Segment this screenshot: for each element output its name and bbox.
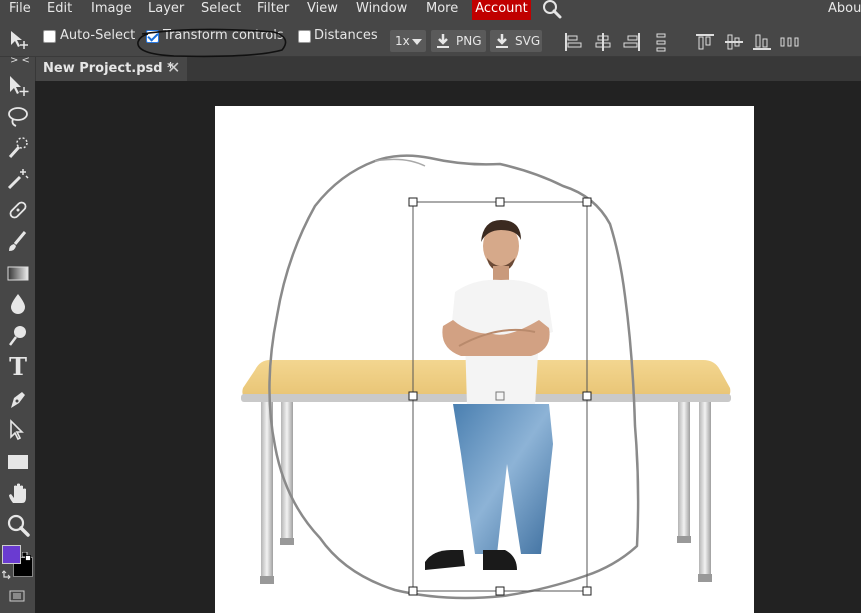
distances-checkbox[interactable]	[298, 30, 311, 43]
document-tab[interactable]: New Project.psd * ✕	[36, 57, 187, 81]
menu-file[interactable]: File	[9, 0, 31, 20]
align-top-icon[interactable]	[695, 32, 715, 52]
export-svg-label: SVG	[515, 34, 541, 48]
align-center-icon[interactable]	[593, 32, 613, 52]
align-bottom-icon[interactable]	[752, 32, 772, 52]
toolbar-collapse-toggle[interactable]: > <	[10, 55, 30, 66]
gradient-icon[interactable]	[5, 260, 31, 286]
quick-select-icon[interactable]	[5, 135, 31, 161]
magic-wand-icon[interactable]	[5, 166, 31, 192]
transform-handle-bottom-right[interactable]	[582, 586, 592, 596]
transform-handle-top-center[interactable]	[495, 197, 505, 207]
distribute-horizontal-icon[interactable]	[780, 32, 800, 52]
document-tab-title: New Project.psd *	[43, 61, 174, 76]
menu-window[interactable]: Window	[356, 0, 407, 20]
zoom-select[interactable]: 1x	[390, 30, 426, 52]
close-icon[interactable]: ✕	[167, 58, 180, 77]
menu-edit[interactable]: Edit	[47, 0, 72, 20]
brush-icon[interactable]	[5, 229, 31, 255]
dodge-icon[interactable]	[5, 323, 31, 349]
move-tool-icon[interactable]	[5, 73, 31, 99]
transform-handle-bottom-center[interactable]	[495, 586, 505, 596]
distribute-vertical-icon[interactable]	[651, 32, 671, 52]
auto-select-checkbox[interactable]	[43, 30, 56, 43]
document-tab-bar: New Project.psd * ✕	[35, 57, 861, 81]
document-canvas[interactable]	[215, 106, 754, 613]
canvas-area[interactable]	[35, 81, 861, 613]
menu-bar: File Edit Image Layer Select Filter View…	[0, 0, 861, 20]
menu-filter[interactable]: Filter	[257, 0, 289, 20]
search-icon[interactable]	[540, 0, 564, 20]
menu-image[interactable]: Image	[91, 0, 132, 20]
menu-more[interactable]: More	[426, 0, 458, 20]
pen-icon[interactable]	[5, 386, 31, 412]
path-select-icon[interactable]	[5, 417, 31, 443]
canvas-artwork	[241, 154, 731, 600]
align-left-icon[interactable]	[563, 32, 583, 52]
menu-about[interactable]: About	[828, 0, 861, 20]
tools-panel: > < T	[0, 55, 35, 613]
align-middle-icon[interactable]	[724, 32, 744, 52]
rectangle-icon[interactable]	[5, 449, 31, 475]
download-icon	[437, 34, 449, 48]
transform-handle-middle-right[interactable]	[582, 391, 592, 401]
type-tool-icon[interactable]: T	[5, 354, 31, 380]
swap-colors-icon[interactable]	[1, 565, 12, 580]
export-svg-button[interactable]: SVG	[490, 30, 542, 52]
align-right-icon[interactable]	[622, 32, 642, 52]
menu-view[interactable]: View	[307, 0, 338, 20]
transform-handle-middle-left[interactable]	[408, 391, 418, 401]
menu-account[interactable]: Account	[472, 0, 531, 20]
zoom-value: 1x	[395, 34, 410, 48]
blur-icon[interactable]	[5, 291, 31, 317]
options-bar: Auto-Select Transform controls Distances…	[0, 20, 861, 57]
chevron-down-icon	[412, 39, 422, 45]
transform-handle-top-right[interactable]	[582, 197, 592, 207]
menu-layer[interactable]: Layer	[148, 0, 184, 20]
lasso-tool-icon[interactable]	[5, 104, 31, 130]
transform-handle-bottom-left[interactable]	[408, 586, 418, 596]
transform-controls-highlight-stroke	[137, 28, 287, 58]
auto-select-label: Auto-Select	[60, 28, 136, 43]
move-tool-icon	[9, 29, 31, 51]
export-png-label: PNG	[456, 34, 482, 48]
transform-handle-top-left[interactable]	[408, 197, 418, 207]
quick-mask-icon[interactable]	[9, 587, 25, 602]
download-icon	[496, 34, 508, 48]
menu-select[interactable]: Select	[201, 0, 241, 20]
zoom-icon[interactable]	[5, 513, 31, 539]
default-colors-icon[interactable]	[21, 546, 31, 561]
foreground-color-swatch[interactable]	[2, 545, 21, 564]
healing-brush-icon[interactable]	[5, 197, 31, 223]
export-png-button[interactable]: PNG	[431, 30, 486, 52]
hand-icon[interactable]	[5, 481, 31, 507]
distances-label: Distances	[314, 28, 378, 43]
